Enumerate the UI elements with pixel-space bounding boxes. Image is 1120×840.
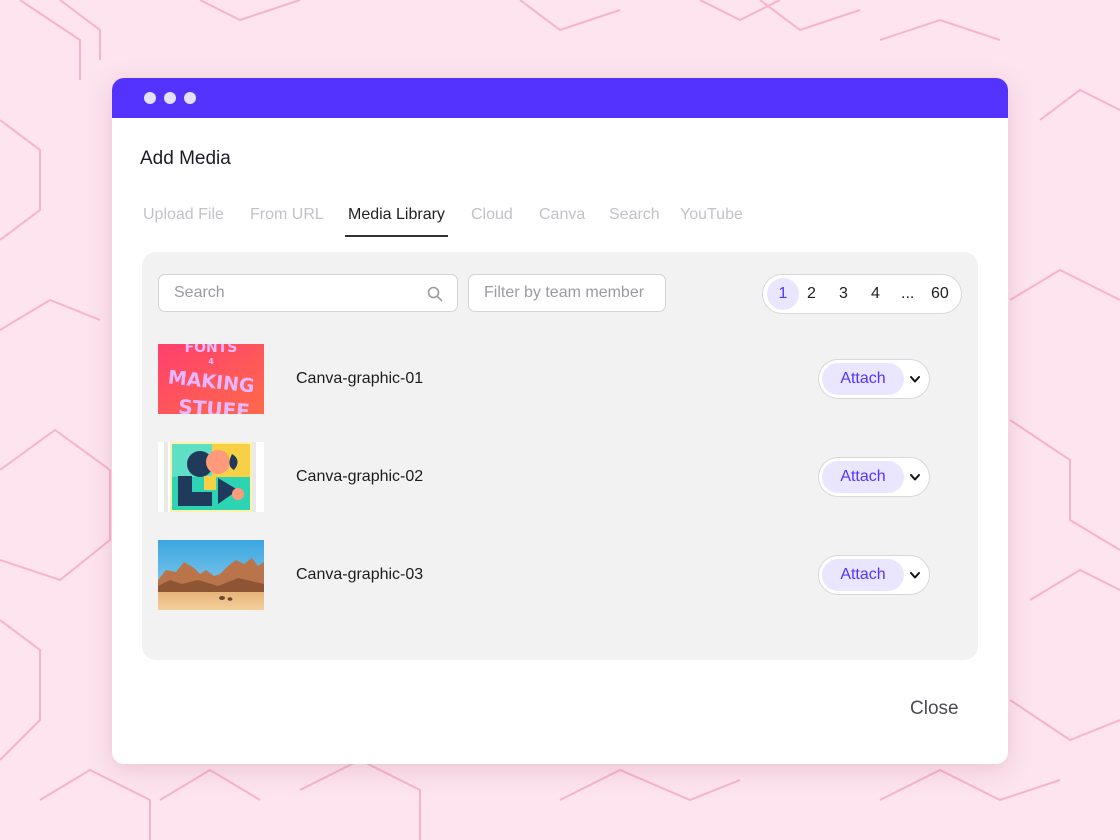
search-input[interactable]: [174, 284, 414, 302]
page-button-1[interactable]: 1: [767, 278, 799, 310]
thumbnail-text: FONTS: [185, 344, 238, 356]
page-button-3[interactable]: 3: [839, 278, 848, 310]
file-name[interactable]: Canva-graphic-03: [296, 566, 423, 584]
page-button-4: 4: [871, 285, 880, 302]
list-item: Canva-graphic-03 Attach: [158, 540, 962, 610]
chevron-down-icon[interactable]: [909, 373, 921, 385]
thumbnail-desert-photo[interactable]: [158, 540, 264, 610]
window-titlebar: [112, 78, 1008, 118]
thumbnail-lettering-graphic[interactable]: FONTS 4 MAKING STUFF: [158, 344, 264, 414]
window-dot-icon[interactable]: [164, 92, 176, 104]
window-dot-icon[interactable]: [184, 92, 196, 104]
window-dot-icon[interactable]: [144, 92, 156, 104]
page-ellipsis: ...: [901, 285, 915, 302]
list-item: Canva-graphic-02 Attach: [158, 442, 962, 512]
tab-youtube[interactable]: YouTube: [680, 206, 743, 235]
tab-canva[interactable]: Canva: [539, 206, 585, 235]
media-dialog: Add Media Upload File From URL Media Lib…: [112, 78, 1008, 764]
file-name[interactable]: Canva-graphic-02: [296, 468, 423, 486]
close-button[interactable]: Close: [910, 698, 959, 720]
team-member-filter: [468, 274, 666, 312]
attach-control: Attach: [818, 457, 930, 497]
attach-button[interactable]: Attach: [822, 363, 904, 395]
chevron-down-icon[interactable]: [909, 471, 921, 483]
attach-control: Attach: [818, 359, 930, 399]
tab-media-library[interactable]: Media Library: [345, 206, 448, 237]
tab-cloud[interactable]: Cloud: [471, 206, 513, 235]
attach-control: Attach: [818, 555, 930, 595]
pagination: 1 2 3 4 ... 60: [762, 274, 962, 314]
attach-button[interactable]: Attach: [822, 559, 904, 591]
file-name[interactable]: Canva-graphic-01: [296, 370, 423, 388]
page-button-2[interactable]: 2: [807, 278, 816, 310]
team-member-filter-input[interactable]: [484, 284, 659, 302]
tab-search[interactable]: Search: [609, 206, 660, 235]
list-item: FONTS 4 MAKING STUFF Canva-graphic-01 At…: [158, 344, 962, 414]
tab-from-url[interactable]: From URL: [250, 206, 324, 235]
dialog-title: Add Media: [140, 148, 231, 169]
chevron-down-icon[interactable]: [909, 569, 921, 581]
media-library-panel: 1 2 3 4 ... 60 FONTS: [142, 252, 978, 660]
page-button-last[interactable]: 60: [931, 278, 949, 310]
search-box: [158, 274, 458, 312]
thumbnail-abstract-shapes[interactable]: [158, 442, 264, 512]
search-icon[interactable]: [427, 286, 443, 302]
thumbnail-text: 4: [208, 357, 214, 366]
attach-button[interactable]: Attach: [822, 461, 904, 493]
tab-upload-file[interactable]: Upload File: [143, 206, 224, 235]
